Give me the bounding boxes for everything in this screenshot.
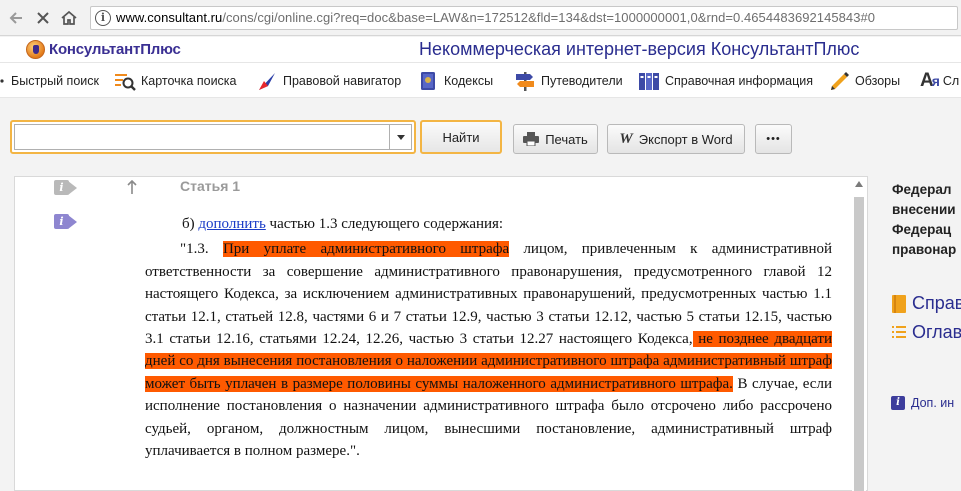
consultant-logo[interactable]: КонсультантПлюс — [26, 40, 181, 59]
paragraph: "1.3. При уплате административного штраф… — [145, 241, 832, 460]
page-title: Некоммерческая интернет-версия Консульта… — [419, 39, 860, 59]
print-button[interactable]: Печать — [513, 124, 598, 154]
scrollbar-thumb[interactable] — [854, 197, 864, 491]
address-bar[interactable]: i www.consultant.ru/cons/cgi/online.cgi?… — [90, 6, 958, 30]
info-flag-icon[interactable]: i — [54, 214, 80, 230]
list-icon — [892, 325, 906, 338]
info-flag-icon[interactable]: i — [54, 180, 80, 196]
reference-icon — [638, 70, 660, 92]
codes-icon — [417, 70, 439, 92]
search-box — [10, 120, 416, 154]
toolbar-reference[interactable]: Справочная информация — [638, 70, 813, 92]
search-row: Найти Печать W Экспорт в Word ••• — [0, 98, 961, 176]
word-icon: W — [619, 130, 633, 147]
legal-navigator-icon — [256, 70, 278, 92]
more-button[interactable]: ••• — [755, 124, 792, 154]
book-icon — [892, 294, 906, 313]
info-icon: i — [891, 396, 905, 410]
logo-text: КонсультантПлюс — [49, 41, 181, 58]
logo-icon — [26, 40, 45, 59]
contents-link[interactable]: Оглав — [892, 322, 961, 343]
toolbar-codes[interactable]: Кодексы — [417, 70, 493, 92]
additional-info-link[interactable]: i Доп. ин — [891, 396, 954, 410]
toolbar-search-card[interactable]: Карточка поиска — [114, 70, 237, 92]
url-text: www.consultant.ru/cons/cgi/online.cgi?re… — [116, 10, 876, 25]
find-button[interactable]: Найти — [420, 120, 502, 154]
guides-icon — [514, 70, 536, 92]
search-input[interactable] — [14, 124, 390, 150]
toolbar-guides[interactable]: Путеводители — [514, 70, 623, 92]
toolbar-reviews[interactable]: Обзоры — [828, 70, 900, 92]
dictionary-icon: Ая — [920, 70, 940, 91]
browser-toolbar: i www.consultant.ru/cons/cgi/online.cgi?… — [0, 0, 961, 36]
site-info-icon[interactable]: i — [95, 10, 111, 26]
scroll-up-arrow-icon[interactable] — [855, 181, 863, 187]
up-arrow-icon[interactable] — [126, 180, 138, 194]
home-icon[interactable] — [58, 7, 80, 29]
amend-link[interactable]: дополнить — [198, 216, 265, 232]
reviews-icon — [828, 70, 850, 92]
quick-search-icon — [0, 70, 16, 92]
document-title[interactable]: Федерал внесении Федерац правонар — [892, 180, 956, 260]
reference-link[interactable]: Справ — [892, 293, 961, 314]
printer-icon — [523, 132, 540, 146]
search-highlight: При уплате административного штрафа — [222, 241, 510, 258]
toolbar-quick-search[interactable]: Быстрый поиск — [0, 70, 99, 92]
toolbar-dictionary[interactable]: Ая Сл — [920, 70, 959, 92]
reload-icon[interactable] — [32, 7, 54, 29]
search-card-icon — [114, 70, 136, 92]
article-heading: Статья 1 — [180, 178, 241, 194]
main-toolbar: Быстрый поиск Карточка поиска Правовой н… — [0, 62, 961, 98]
toolbar-legal-navigator[interactable]: Правовой навигатор — [256, 70, 401, 92]
app-header: КонсультантПлюс Некоммерческая интернет-… — [0, 37, 961, 62]
export-word-button[interactable]: W Экспорт в Word — [607, 124, 745, 154]
paragraph: б) дополнить частью 1.3 следующего содер… — [182, 216, 504, 232]
document-text: б) дополнить частью 1.3 следующего содер… — [145, 213, 832, 462]
search-dropdown-button[interactable] — [390, 124, 412, 150]
back-arrow-icon[interactable] — [6, 7, 28, 29]
